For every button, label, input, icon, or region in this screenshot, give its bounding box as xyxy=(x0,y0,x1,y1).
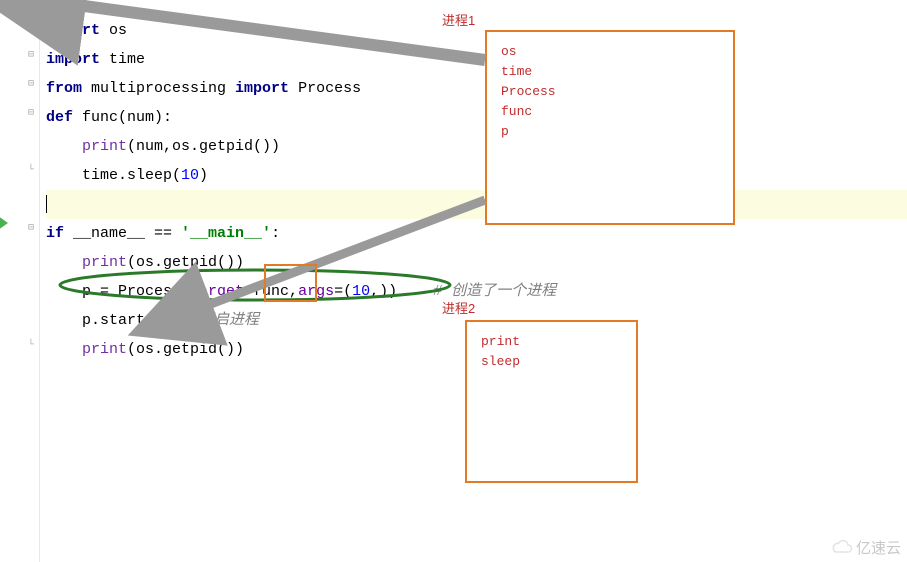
code-line: from multiprocessing import Process xyxy=(46,74,907,103)
annotation-box-2: print sleep xyxy=(465,320,638,483)
code-line: print(os.getpid()) xyxy=(46,248,907,277)
annotation-item: Process xyxy=(501,82,719,102)
code-line: p = Process(target=func,args=(10,)) # 创造… xyxy=(46,277,907,306)
code-line: import time xyxy=(46,45,907,74)
fold-icon[interactable]: ⊟ xyxy=(28,49,38,59)
fold-end-icon: └ xyxy=(28,165,38,175)
run-marker-icon[interactable] xyxy=(0,216,8,230)
annotation-item: sleep xyxy=(481,352,622,372)
code-line: def func(num): xyxy=(46,103,907,132)
annotation-item: print xyxy=(481,332,622,352)
annotation-item: os xyxy=(501,42,719,62)
highlight-rect xyxy=(264,264,317,302)
annotation-item: time xyxy=(501,62,719,82)
watermark: 亿速云 xyxy=(831,537,901,558)
code-line: print(num,os.getpid()) xyxy=(46,132,907,161)
annotation-item: p xyxy=(501,122,719,142)
code-line: time.sleep(10) xyxy=(46,161,907,190)
annotation-item: func xyxy=(501,102,719,122)
fold-icon[interactable]: ⊟ xyxy=(28,107,38,117)
code-editor: ⊟ ⊟ ⊟ ⊟ └ ⊟ └ import os import time from… xyxy=(0,0,907,562)
fold-icon[interactable]: ⊟ xyxy=(28,222,38,232)
code-line-active xyxy=(46,190,907,219)
fold-icon[interactable]: ⊟ xyxy=(28,20,38,30)
cloud-icon xyxy=(831,540,853,556)
annotation-label-2: 进程2 xyxy=(442,298,475,317)
fold-end-icon: └ xyxy=(28,340,38,350)
annotation-label-1: 进程1 xyxy=(442,10,475,29)
code-line: if __name__ == '__main__': xyxy=(46,219,907,248)
gutter: ⊟ ⊟ ⊟ ⊟ └ ⊟ └ xyxy=(0,0,40,562)
fold-icon[interactable]: ⊟ xyxy=(28,78,38,88)
code-line: import os xyxy=(46,16,907,45)
annotation-box-1: os time Process func p xyxy=(485,30,735,225)
watermark-text: 亿速云 xyxy=(856,537,901,558)
caret-icon xyxy=(46,195,47,213)
